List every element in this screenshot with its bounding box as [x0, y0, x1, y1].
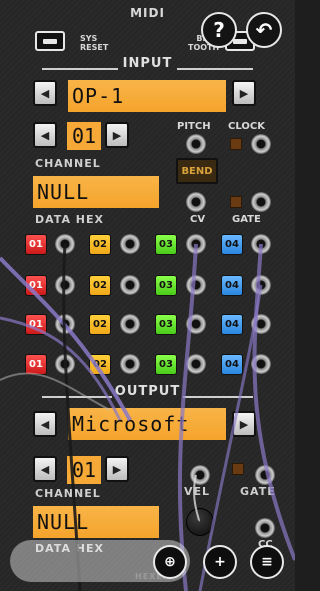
search-icon[interactable]: ⊕: [153, 545, 187, 579]
patch-cables: [0, 243, 295, 591]
menu-icon[interactable]: ≡: [250, 545, 284, 579]
add-module-icon[interactable]: +: [203, 545, 237, 579]
midi-module: MIDI SYS RESET BLUE TOOTH ? ↶ INPUT ◀ OP…: [0, 0, 295, 591]
